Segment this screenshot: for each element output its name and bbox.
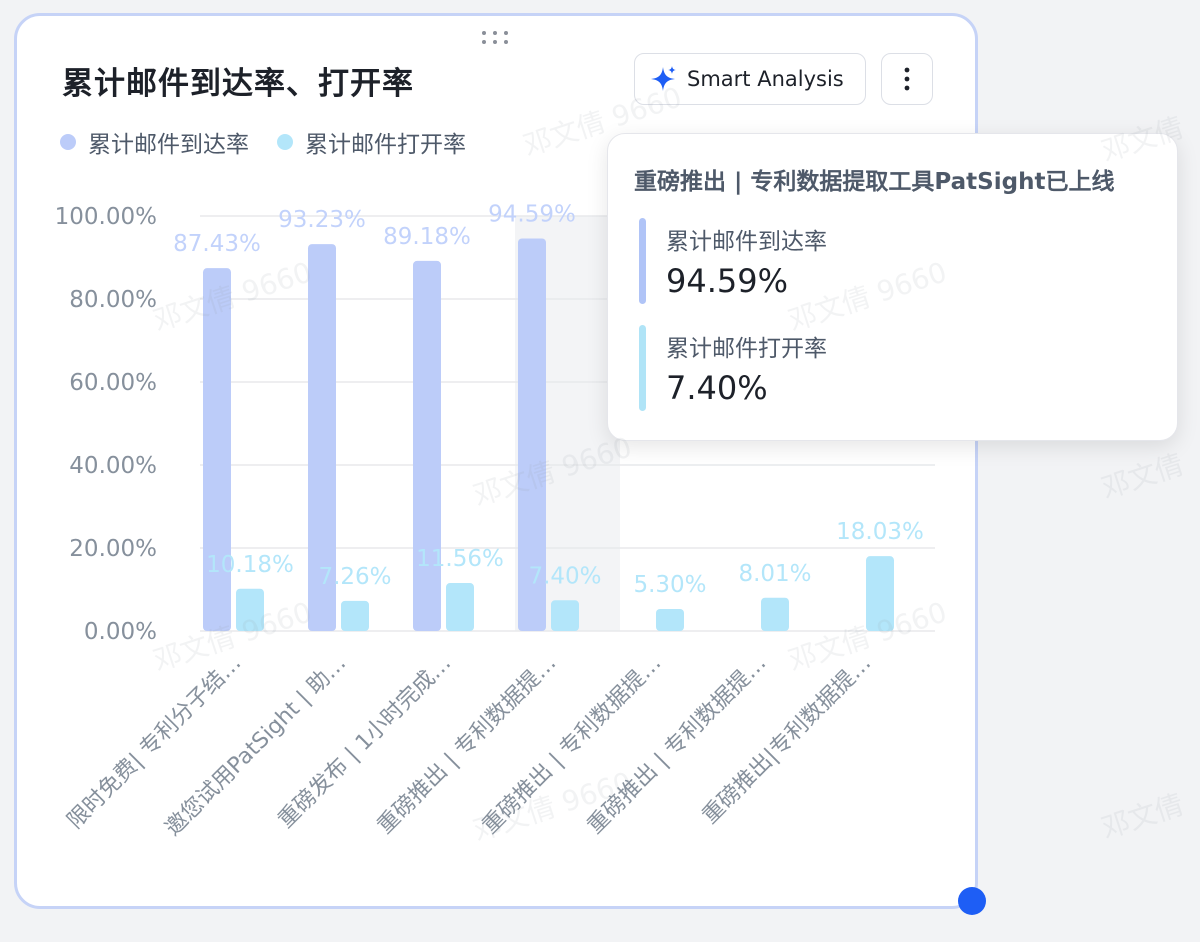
x-tick-label: 邀您试用PatSight | 助… xyxy=(161,651,351,841)
tooltip-open-marker xyxy=(639,325,646,411)
y-tick-label: 60.00% xyxy=(69,370,157,396)
bar-open xyxy=(551,600,579,631)
y-tick-label: 100.00% xyxy=(55,204,157,230)
x-tick-label: 重磅推出 | 专利数据提… xyxy=(373,651,561,839)
tooltip-title: 重磅推出 | 专利数据提取工具PatSight已上线 xyxy=(634,169,1115,195)
tooltip-arrival-marker xyxy=(639,218,646,304)
bar-arrival xyxy=(413,260,441,631)
chart-tooltip: 重磅推出 | 专利数据提取工具PatSight已上线 累计邮件到达率 94.59… xyxy=(607,133,1178,441)
data-label: 8.01% xyxy=(738,561,811,587)
data-label: 89.18% xyxy=(383,224,471,250)
bar-open xyxy=(446,583,474,631)
bar-open xyxy=(866,556,894,631)
data-label: 87.43% xyxy=(173,231,261,257)
resize-handle[interactable] xyxy=(958,887,986,915)
data-label: 7.26% xyxy=(318,564,391,590)
x-tick-label: 重磅推出 | 专利数据提… xyxy=(478,651,666,839)
data-label: 11.56% xyxy=(416,546,504,572)
tooltip-open-name: 累计邮件打开率 xyxy=(666,336,827,362)
x-tick-label: 重磅发布 | 1小时完成… xyxy=(274,651,457,834)
x-tick-label: 重磅推出 | 专利数据提… xyxy=(583,651,771,839)
data-label: 18.03% xyxy=(836,519,924,545)
tooltip-open-value: 7.40% xyxy=(666,369,768,407)
data-label: 93.23% xyxy=(278,207,366,233)
y-tick-label: 0.00% xyxy=(84,619,157,645)
data-label: 7.40% xyxy=(528,563,601,589)
x-tick-label: 重磅推出|专利数据提… xyxy=(698,651,876,829)
tooltip-arrival-value: 94.59% xyxy=(666,262,789,300)
y-tick-label: 20.00% xyxy=(69,536,157,562)
data-label: 5.30% xyxy=(633,572,706,598)
bar-open xyxy=(761,597,789,631)
y-tick-label: 40.00% xyxy=(69,453,157,479)
tooltip-arrival-name: 累计邮件到达率 xyxy=(666,229,827,255)
bar-open xyxy=(236,588,264,631)
x-tick-label: 限时免费| 专利分子结… xyxy=(63,651,246,834)
bar-open xyxy=(341,600,369,631)
y-tick-label: 80.00% xyxy=(69,287,157,313)
bar-open xyxy=(656,609,684,631)
data-label: 94.59% xyxy=(488,201,576,227)
data-label: 10.18% xyxy=(206,552,294,578)
